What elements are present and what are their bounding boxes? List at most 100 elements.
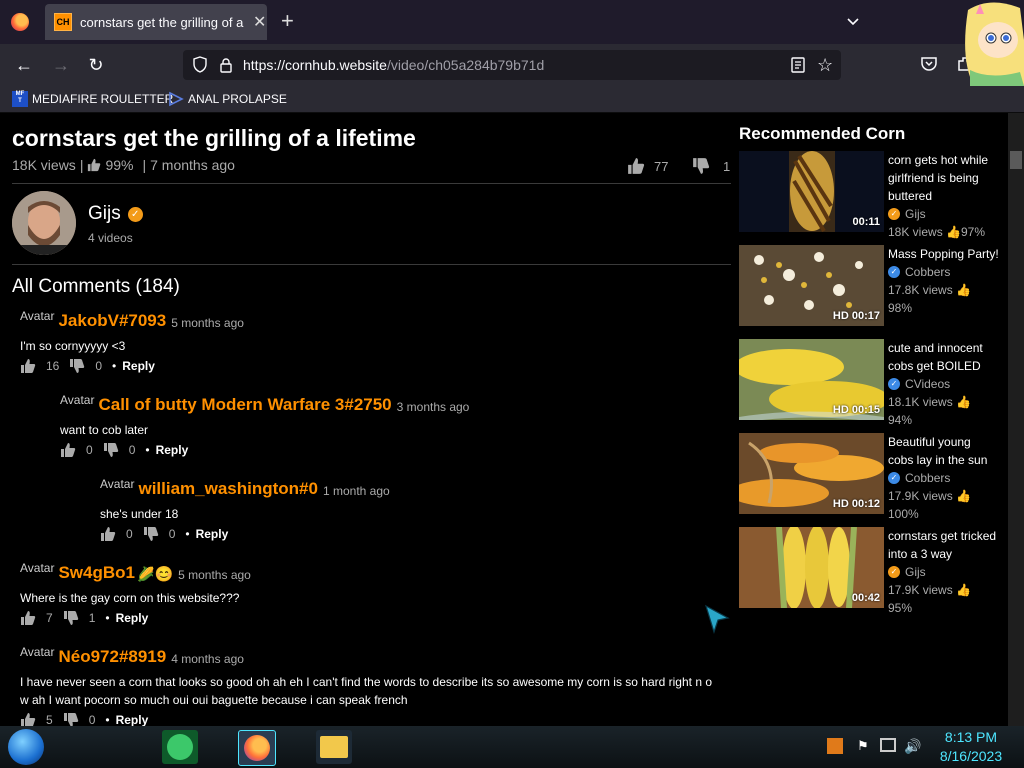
anime-mascot-image <box>965 2 1024 86</box>
recommended-video[interactable]: HD 00:12 Beautiful young cobs lay in the… <box>739 433 999 521</box>
reply-button[interactable]: Reply <box>116 611 149 625</box>
recommended-author[interactable]: Cobbers <box>905 469 950 487</box>
firefox-taskbar-icon[interactable] <box>238 730 276 766</box>
reload-icon[interactable]: ↻ <box>86 55 106 75</box>
recommended-author[interactable]: Gijs <box>905 563 926 581</box>
reply-button[interactable]: Reply <box>122 359 155 373</box>
clock[interactable]: 8:13 PM 8/16/2023 <box>928 728 1014 766</box>
recommended-author[interactable]: Cobbers <box>905 263 950 281</box>
comment-text: she's under 18 <box>100 507 179 521</box>
scrollbar[interactable] <box>1008 113 1024 726</box>
reader-view-icon[interactable] <box>791 57 805 73</box>
thumbs-down-icon[interactable] <box>143 526 159 542</box>
cornhub-favicon: CH <box>54 13 72 31</box>
like-button[interactable]: 77 <box>627 157 668 175</box>
new-tab-button[interactable]: + <box>281 10 294 32</box>
video-thumbnail[interactable]: HD 00:17 <box>739 245 884 326</box>
recommended-title[interactable]: Mass Popping Party! <box>888 245 999 263</box>
network-icon[interactable] <box>880 738 896 752</box>
recommended-title[interactable]: corn gets hot while girlfriend is being … <box>888 151 999 205</box>
firefox-icon[interactable] <box>11 13 29 31</box>
comment-like-count: 7 <box>46 611 53 625</box>
clock-date: 8/16/2023 <box>939 748 1003 764</box>
comments-heading: All Comments (184) <box>12 276 180 297</box>
thumbs-up-icon[interactable] <box>100 526 116 542</box>
chevron-down-icon[interactable] <box>846 14 860 28</box>
divider <box>12 264 731 265</box>
dislike-count: 1 <box>723 158 731 174</box>
recommended-author[interactable]: CVideos <box>905 375 950 393</box>
recommended-views: 18K views <box>888 225 943 239</box>
taskbar: ⚑ 🔊 8:13 PM 8/16/2023 <box>0 726 1024 768</box>
corn-emoji-icon: 🌽 <box>137 566 155 582</box>
tab-active[interactable]: CH cornstars get the grilling of a lifet… <box>45 4 267 40</box>
forward-arrow-icon[interactable]: → <box>51 55 71 75</box>
shield-icon[interactable] <box>193 56 207 73</box>
bookmark-star-icon[interactable]: ☆ <box>817 55 833 76</box>
video-duration: 00:11 <box>852 216 880 228</box>
video-thumbnail[interactable]: 00:42 <box>739 527 884 608</box>
back-arrow-icon[interactable]: ← <box>14 55 34 75</box>
bookmark-prolapse[interactable]: ANAL PROLAPSE <box>168 91 287 107</box>
clock-time: 8:13 PM <box>944 729 998 745</box>
file-explorer-icon[interactable] <box>316 730 352 764</box>
video-thumbnail[interactable]: 00:11 <box>739 151 884 232</box>
volume-icon[interactable]: 🔊 <box>904 738 921 754</box>
scrollbar-thumb[interactable] <box>1010 151 1022 169</box>
thumbs-up-icon[interactable] <box>20 610 36 626</box>
video-duration: 00:42 <box>851 592 880 604</box>
comment-username[interactable]: JakobV#7093 <box>58 311 166 331</box>
recommended-rating: 97% <box>961 225 986 239</box>
start-button[interactable] <box>8 729 44 765</box>
recommended-video[interactable]: 00:42 cornstars get tricked into a 3 way… <box>739 527 999 615</box>
recommended-title[interactable]: cute and innocent cobs get BOILED <box>888 339 999 375</box>
bookmark-mediafire[interactable]: MF T MEDIAFIRE ROULETTER <box>12 91 173 107</box>
thumbs-up-icon[interactable] <box>20 358 36 374</box>
recommended-author[interactable]: Gijs <box>905 205 926 223</box>
recommended-video[interactable]: HD 00:17 Mass Popping Party! ✓ Cobbers 17… <box>739 245 999 327</box>
thumbs-down-icon[interactable] <box>69 358 85 374</box>
url-host: https://cornhub.website <box>243 57 387 73</box>
thumbs-up-icon <box>628 158 645 174</box>
lock-icon[interactable] <box>219 57 233 73</box>
thumbs-down-icon[interactable] <box>103 442 119 458</box>
comment-time: 1 month ago <box>322 484 390 498</box>
comment-like-count: 5 <box>46 713 53 726</box>
recommended-views: 17.8K views <box>888 283 953 297</box>
thumbs-down-icon[interactable] <box>63 610 79 626</box>
thumbs-down-icon[interactable] <box>63 712 79 726</box>
reply-button[interactable]: Reply <box>196 527 229 541</box>
channel-avatar[interactable] <box>12 191 76 255</box>
tab-bar: CH cornstars get the grilling of a lifet… <box>0 0 1024 44</box>
close-icon[interactable]: ✕ <box>253 12 266 32</box>
video-duration: HD 00:15 <box>832 404 880 416</box>
channel-name[interactable]: Gijs ✓ <box>88 203 143 225</box>
dot-separator: • <box>185 527 190 541</box>
recommended-title[interactable]: cornstars get tricked into a 3 way <box>888 527 999 563</box>
comment-username[interactable]: william_washington#0 <box>138 479 318 499</box>
recommended-rating: 98% <box>888 301 913 315</box>
recommended-video[interactable]: HD 00:15 cute and innocent cobs get BOIL… <box>739 339 999 427</box>
flag-icon[interactable]: ⚑ <box>857 738 873 754</box>
video-thumbnail[interactable]: HD 00:15 <box>739 339 884 420</box>
comment-username[interactable]: Néo972#8919 <box>58 647 166 667</box>
dislike-button[interactable]: 1 <box>692 157 730 175</box>
recommended-video[interactable]: 00:11 corn gets hot while girlfriend is … <box>739 151 999 239</box>
pocket-icon[interactable] <box>920 55 938 73</box>
reply-button[interactable]: Reply <box>116 713 149 726</box>
thumbs-up-icon[interactable] <box>60 442 76 458</box>
comment-dislike-count: 0 <box>95 359 103 373</box>
thumbs-up-icon[interactable] <box>20 712 36 726</box>
url-text[interactable]: https://cornhub.website/video/ch05a284b7… <box>243 57 544 73</box>
comment-username[interactable]: Sw4gBo1 <box>58 563 135 583</box>
recommended-title[interactable]: Beautiful young cobs lay in the sun <box>888 433 999 469</box>
dot-separator: • <box>145 443 150 457</box>
video-thumbnail[interactable]: HD 00:12 <box>739 433 884 514</box>
comment-username[interactable]: Call of butty Modern Warfare 3#2750 <box>98 395 391 415</box>
url-bar[interactable]: https://cornhub.website/video/ch05a284b7… <box>183 50 841 80</box>
reply-button[interactable]: Reply <box>156 443 189 457</box>
tray-app-icon[interactable] <box>827 738 843 754</box>
thumbs-down-icon <box>693 158 710 174</box>
verified-badge-icon: ✓ <box>888 266 900 278</box>
notes-app-icon[interactable] <box>162 730 198 764</box>
